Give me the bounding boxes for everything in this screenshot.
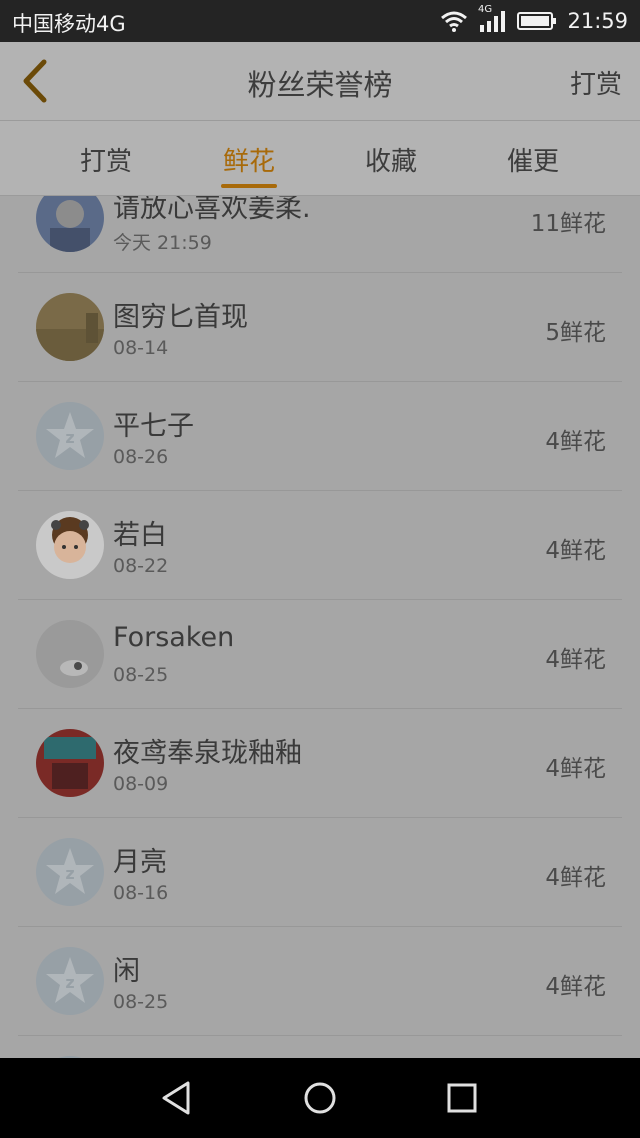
tab-reward[interactable]: 打赏 (46, 141, 166, 178)
fan-name: 闲 (113, 956, 140, 987)
fan-name: 夜鸢奉泉珑釉釉 (113, 738, 302, 769)
flower-count: 5鲜花 (545, 320, 606, 346)
fan-date: 08-26 (113, 446, 169, 468)
avatar[interactable]: z (36, 402, 104, 470)
fan-name: 平七子 (113, 411, 194, 442)
nav-home-button[interactable] (300, 1078, 340, 1118)
fan-date: 08-09 (113, 773, 169, 795)
nav-recents-button[interactable] (442, 1078, 482, 1118)
fan-list-item[interactable]: z 闲 08-25 4鲜花 (18, 927, 622, 1036)
fan-date: 08-14 (113, 337, 169, 359)
active-tab-indicator (221, 184, 277, 188)
battery-icon (517, 12, 557, 30)
fan-date: 08-22 (113, 555, 169, 577)
wifi-icon (441, 11, 468, 32)
status-icons: 21:59 (439, 6, 628, 36)
reward-button[interactable]: 打赏 (570, 64, 622, 101)
flower-count: 4鲜花 (545, 756, 606, 782)
fan-name: 请放心喜欢姜柔. (113, 196, 311, 224)
fan-list-item[interactable]: z (18, 1036, 622, 1058)
fan-name: 若白 (113, 520, 167, 551)
flower-count: 4鲜花 (545, 865, 606, 891)
svg-text:z: z (65, 428, 74, 447)
fan-list-item[interactable]: z 月亮 08-16 4鲜花 (18, 818, 622, 927)
fan-date: 08-16 (113, 882, 169, 904)
fan-list-item[interactable]: Forsaken 08-25 4鲜花 (18, 600, 622, 709)
circle-home-icon (304, 1082, 336, 1114)
avatar[interactable] (36, 196, 104, 252)
avatar[interactable] (36, 620, 104, 688)
flower-count: 4鲜花 (545, 429, 606, 455)
flower-count: 11鲜花 (530, 211, 606, 237)
avatar[interactable] (36, 511, 104, 579)
svg-text:z: z (65, 973, 74, 992)
fan-list-item[interactable]: z 平七子 08-26 4鲜花 (18, 382, 622, 491)
flower-count: 4鲜花 (545, 538, 606, 564)
fan-date: 08-25 (113, 991, 169, 1013)
avatar[interactable]: z (36, 838, 104, 906)
tab-bar: 打赏 鲜花 收藏 催更 (0, 121, 640, 196)
triangle-back-icon (162, 1081, 190, 1115)
tab-flowers[interactable]: 鲜花 (189, 141, 309, 178)
fan-list-item[interactable]: 请放心喜欢姜柔. 今天 21:59 11鲜花 (18, 196, 622, 273)
nav-back-button[interactable] (158, 1078, 198, 1118)
square-recents-icon (447, 1083, 477, 1113)
fan-list-item[interactable]: 夜鸢奉泉珑釉釉 08-09 4鲜花 (18, 709, 622, 818)
fan-name: 月亮 (113, 847, 167, 878)
carrier-label: 中国移动4G (12, 12, 126, 36)
app-header: 粉丝荣誉榜 打赏 (0, 42, 640, 121)
fan-list-item[interactable]: 若白 08-22 4鲜花 (18, 491, 622, 600)
fan-name: Forsaken (113, 622, 235, 653)
signal-icon (480, 11, 506, 32)
fan-list[interactable]: 请放心喜欢姜柔. 今天 21:59 11鲜花图穷匕首现 08-14 5鲜花 z 平七子 08-… (0, 196, 640, 1058)
fan-date: 今天 21:59 (113, 232, 212, 254)
clock: 21:59 (567, 9, 628, 33)
avatar[interactable]: z (36, 947, 104, 1015)
fan-date: 08-25 (113, 664, 169, 686)
page-title: 粉丝荣誉榜 (247, 68, 393, 102)
status-bar: 中国移动4G 4G 21:59 (0, 0, 640, 42)
flower-count: 4鲜花 (545, 647, 606, 673)
avatar[interactable] (36, 293, 104, 361)
avatar[interactable] (36, 729, 104, 797)
fan-list-item[interactable]: 图穷匕首现 08-14 5鲜花 (18, 273, 622, 382)
fan-name: 图穷匕首现 (113, 302, 248, 333)
flower-count: 4鲜花 (545, 974, 606, 1000)
svg-text:z: z (65, 864, 74, 883)
system-nav-bar (0, 1058, 640, 1138)
tab-favorites[interactable]: 收藏 (331, 141, 451, 178)
tab-urge[interactable]: 催更 (473, 141, 593, 178)
